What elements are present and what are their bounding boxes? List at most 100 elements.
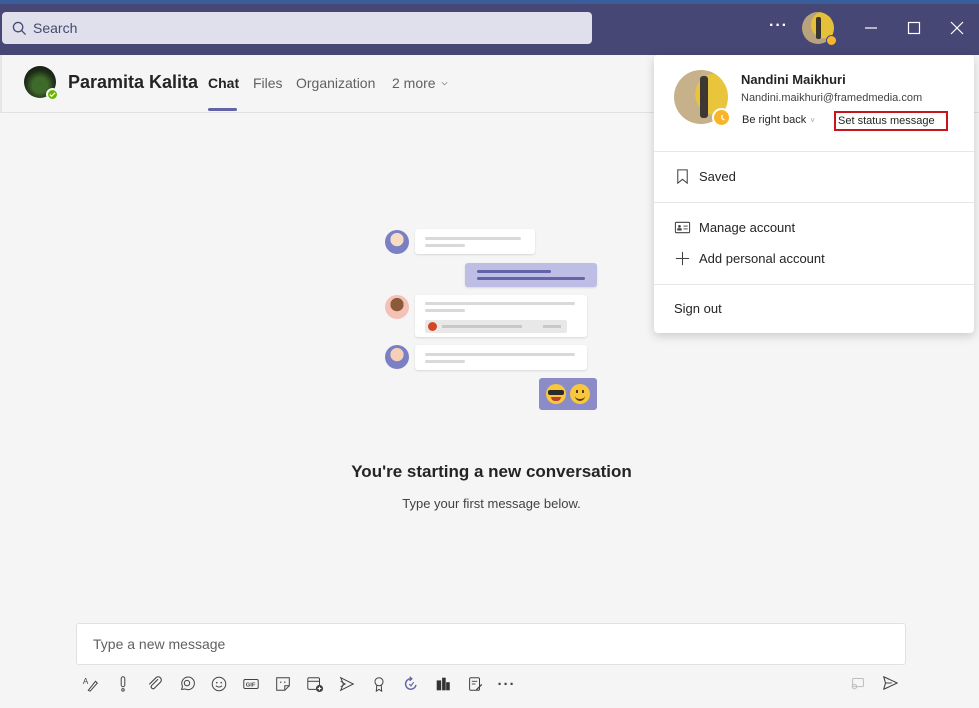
tab-more[interactable]: 2 more [392,75,449,91]
illustration-emoji-bubble [539,378,597,410]
more-compose-options-button[interactable]: ··· [496,673,517,695]
tab-files[interactable]: Files [253,75,283,91]
bookmark-icon [677,169,688,185]
award-icon [373,677,384,693]
contact-name: Paramita Kalita [68,72,199,92]
emoji-icon [211,676,226,692]
profile-name: Nandini Maikhuri [741,72,846,87]
contact-avatar[interactable] [24,66,59,101]
illustration-bubble-3 [415,295,587,337]
menu-item-sign-out[interactable]: Sign out [674,301,722,316]
more-options-button[interactable]: ··· [769,17,788,35]
presence-status-dropdown[interactable]: Be right back ˅ [742,114,815,126]
maximize-icon [907,21,921,35]
active-tab-indicator [208,108,237,111]
profile-avatar-button[interactable] [802,12,837,46]
close-icon [950,21,964,35]
refresh-icon [404,676,417,690]
important-button[interactable] [112,673,133,695]
empty-state-title: You're starting a new conversation [351,462,632,481]
sticker-icon [275,677,290,691]
avatar-figure [700,76,708,118]
id-card-icon [674,221,691,234]
divider [654,151,974,152]
avatar-figure [816,17,821,39]
set-status-message-link[interactable]: Set status message [834,111,948,131]
forms-button[interactable] [464,673,485,695]
dictate-button[interactable] [847,672,868,694]
svg-text:A: A [82,677,88,686]
format-icon: A [82,677,98,692]
profile-email: Nandini.maikhuri@framedmedia.com [741,92,923,104]
compose-toolbar: A GIF ··· [80,672,528,696]
calendar-add-icon [306,677,323,693]
tab-more-label: 2 more [392,75,436,91]
send-icon [882,676,898,690]
more-icon: ··· [497,675,516,693]
svg-text:GIF: GIF [245,683,255,689]
menu-item-label: Manage account [699,220,796,235]
minimize-button[interactable] [857,14,885,42]
tab-chat[interactable]: Chat [208,75,239,91]
loop-button[interactable] [176,673,197,695]
updates-button[interactable] [400,673,421,695]
schedule-meeting-button[interactable] [304,673,325,695]
forms-icon [468,677,482,691]
maximize-button[interactable] [900,14,928,42]
menu-item-saved[interactable]: Saved [674,168,736,185]
illustration-avatar-3 [385,345,409,369]
title-bar: Search ··· [0,0,979,55]
menu-item-manage-account[interactable]: Manage account [674,219,795,236]
illustration-attachment [425,320,567,333]
search-icon [12,21,27,35]
loop-icon [180,676,195,691]
menu-item-label: Sign out [674,301,722,316]
menu-item-label: Add personal account [699,251,825,266]
search-input[interactable]: Search [2,12,592,44]
message-input[interactable] [93,636,905,652]
minimize-icon [865,27,877,29]
gif-button[interactable]: GIF [240,673,261,695]
format-button[interactable]: A [80,673,101,695]
stream-button[interactable] [336,673,357,695]
illustration-bubble-1 [415,229,535,254]
presence-status-label: Be right back [742,114,807,126]
emoji-button[interactable] [208,673,229,695]
search-placeholder: Search [33,20,78,36]
menu-item-add-personal-account[interactable]: Add personal account [674,250,825,267]
away-clock-icon [712,108,731,127]
sticker-button[interactable] [272,673,293,695]
stream-icon [339,676,354,692]
send-button[interactable] [879,672,900,694]
illustration-avatar-1 [385,230,409,254]
sunglasses-emoji-icon [546,384,566,404]
chevron-down-icon: ˅ [810,115,815,125]
away-status-icon [826,35,837,46]
new-conversation-illustration [380,225,610,415]
divider [654,284,974,285]
powerpoint-icon [428,322,437,331]
attach-button[interactable] [144,673,165,695]
paperclip-icon [148,676,162,690]
profile-menu-avatar[interactable] [674,70,731,127]
chevron-down-icon [441,81,448,85]
smile-emoji-icon [570,384,590,404]
divider [654,202,974,203]
menu-item-label: Saved [699,169,736,184]
app-icon [436,677,450,691]
empty-state-subtitle: Type your first message below. [402,496,581,511]
dictate-icon [851,678,864,690]
available-status-icon [46,88,59,101]
illustration-bubble-2 [465,263,597,287]
profile-menu: Nandini Maikhuri Nandini.maikhuri@framed… [654,55,974,333]
message-compose-box[interactable] [76,623,906,665]
praise-button[interactable] [368,673,389,695]
close-button[interactable] [943,14,971,42]
gif-icon: GIF [242,679,259,689]
tab-organization[interactable]: Organization [296,75,375,91]
app-button[interactable] [432,673,453,695]
plus-icon [675,251,690,266]
illustration-bubble-4 [415,345,587,370]
illustration-avatar-2 [385,295,409,319]
exclamation-icon [120,676,125,692]
